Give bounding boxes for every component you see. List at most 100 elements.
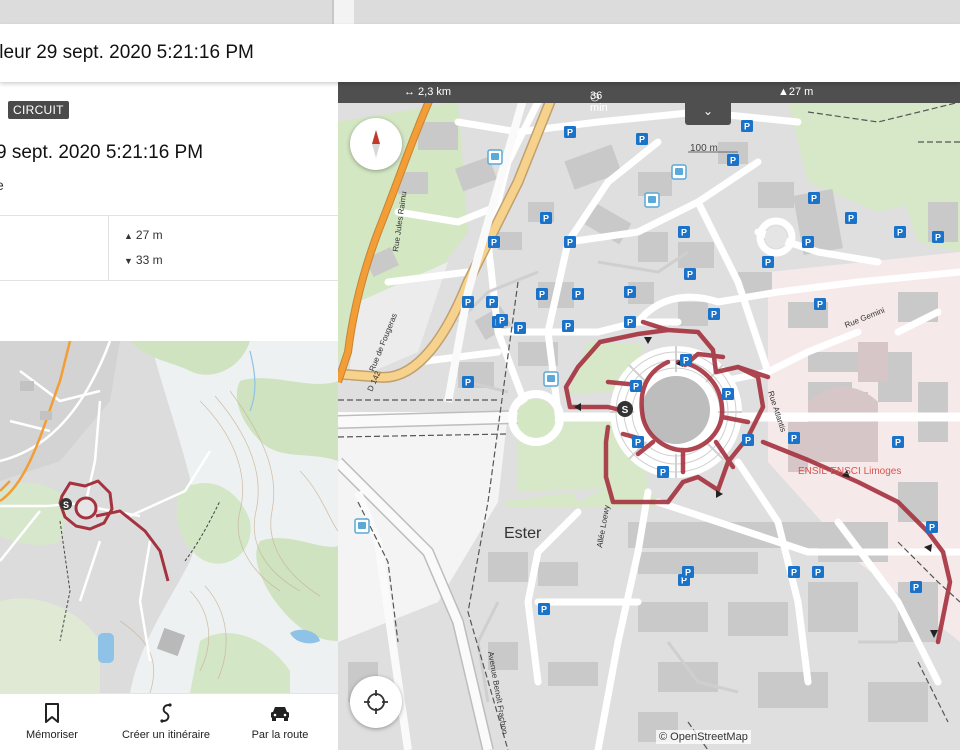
parking-icon: P <box>812 566 824 578</box>
parking-icon: P <box>727 154 739 166</box>
descent-stat: ▼ 33 m <box>124 253 163 267</box>
locate-icon <box>364 690 388 714</box>
svg-text:P: P <box>565 322 571 332</box>
bus-stop-icon <box>354 518 370 534</box>
distance-value: ↔ 2,3 km <box>404 86 452 98</box>
track-summary-bar: ↔ 2,3 km ◷ 36 min ▲27 m <box>338 82 960 114</box>
svg-text:P: P <box>489 298 495 308</box>
parking-icon: P <box>496 314 508 326</box>
parking-icon: P <box>632 436 644 448</box>
map-attribution[interactable]: © OpenStreetMap <box>656 730 751 744</box>
svg-text:P: P <box>791 434 797 444</box>
svg-text:P: P <box>639 135 645 145</box>
parking-icon: P <box>742 434 754 446</box>
parking-icon: P <box>892 436 904 448</box>
svg-text:P: P <box>711 310 717 320</box>
parking-icon: P <box>788 432 800 444</box>
parking-icon: P <box>682 566 694 578</box>
by-road-button[interactable]: Par la route <box>232 702 328 741</box>
elevation-value: ▲27 m <box>778 86 814 98</box>
parking-icon: P <box>636 133 648 145</box>
parking-icon: P <box>624 286 636 298</box>
parking-icon: P <box>802 236 814 248</box>
parking-icon: P <box>762 256 774 268</box>
svg-text:P: P <box>805 238 811 248</box>
bookmark-icon <box>4 702 100 724</box>
start-marker: S <box>622 405 629 416</box>
duration-value: 36 min <box>590 90 608 114</box>
svg-text:P: P <box>517 324 523 334</box>
ascent-stat: ▲ 27 m <box>124 228 163 242</box>
svg-text:P: P <box>929 523 935 533</box>
parking-icon: P <box>926 521 938 533</box>
svg-text:P: P <box>627 288 633 298</box>
chevron-down-icon: ⌄ <box>702 104 714 118</box>
bottom-action-bar: Mémoriser Créer un itinéraire Par la rou… <box>0 693 338 750</box>
svg-text:P: P <box>567 238 573 248</box>
svg-text:P: P <box>895 438 901 448</box>
svg-text:P: P <box>815 568 821 578</box>
parking-icon: P <box>684 268 696 280</box>
descent-value: 33 m <box>135 253 163 267</box>
parking-icon: P <box>564 126 576 138</box>
ascent-arrow-icon: ▲ <box>124 231 133 241</box>
parking-icon: P <box>894 226 906 238</box>
car-icon <box>232 702 328 724</box>
collapse-tab[interactable]: ⌄ <box>685 103 731 125</box>
bus-stop-icon <box>487 149 503 165</box>
parking-icon: P <box>678 226 690 238</box>
mini-start-marker: S <box>63 500 69 510</box>
create-route-button[interactable]: Créer un itinéraire <box>118 702 214 741</box>
parking-icon: P <box>486 296 498 308</box>
activity-type-badge: CIRCUIT <box>8 101 69 119</box>
parking-icon: P <box>808 192 820 204</box>
svg-text:P: P <box>575 290 581 300</box>
parking-icon: P <box>932 231 944 243</box>
descent-arrow-icon: ▼ <box>124 256 133 266</box>
svg-text:P: P <box>465 378 471 388</box>
activity-subtitle: e <box>0 177 4 193</box>
parking-icon: P <box>814 298 826 310</box>
svg-text:P: P <box>744 122 750 132</box>
svg-text:P: P <box>897 228 903 238</box>
compass-button[interactable] <box>350 118 402 170</box>
svg-text:P: P <box>765 258 771 268</box>
svg-text:P: P <box>633 382 639 392</box>
scale-label: 100 m <box>690 143 718 154</box>
parking-icon: P <box>488 236 500 248</box>
parking-icon: P <box>741 120 753 132</box>
main-map[interactable]: ↔ 2,3 km ◷ 36 min ▲27 m ⌄ S D 142 Rue de… <box>338 82 960 750</box>
parking-icon: P <box>538 603 550 615</box>
parking-icon: P <box>540 212 552 224</box>
bus-stop-icon <box>644 192 660 208</box>
parking-icon: P <box>788 566 800 578</box>
ascent-value: 27 m <box>135 228 163 242</box>
by-road-label: Par la route <box>251 729 309 741</box>
bus-stop-icon <box>671 164 687 180</box>
svg-text:P: P <box>685 568 691 578</box>
parking-icon: P <box>536 288 548 300</box>
parking-icon: P <box>564 236 576 248</box>
svg-text:P: P <box>627 318 633 328</box>
svg-text:P: P <box>543 214 549 224</box>
parking-icon: P <box>630 380 642 392</box>
svg-text:P: P <box>539 290 545 300</box>
svg-text:P: P <box>811 194 817 204</box>
parking-icon: P <box>722 388 734 400</box>
memorize-button[interactable]: Mémoriser <box>4 702 100 741</box>
route-icon <box>118 702 214 724</box>
svg-text:P: P <box>725 390 731 400</box>
svg-text:P: P <box>791 568 797 578</box>
title-bar: fleur 29 sept. 2020 5:21:16 PM <box>0 24 960 82</box>
parking-icon: P <box>680 354 692 366</box>
stats-row: ▲ 27 m ▼ 33 m <box>0 215 338 281</box>
map-strip <box>0 0 960 24</box>
svg-text:P: P <box>745 436 751 446</box>
parking-icon: P <box>462 376 474 388</box>
parking-icon: P <box>708 308 720 320</box>
parking-icon: P <box>845 212 857 224</box>
overview-map[interactable]: S <box>0 341 338 693</box>
svg-text:P: P <box>848 214 854 224</box>
locate-button[interactable] <box>350 676 402 728</box>
svg-text:P: P <box>817 300 823 310</box>
